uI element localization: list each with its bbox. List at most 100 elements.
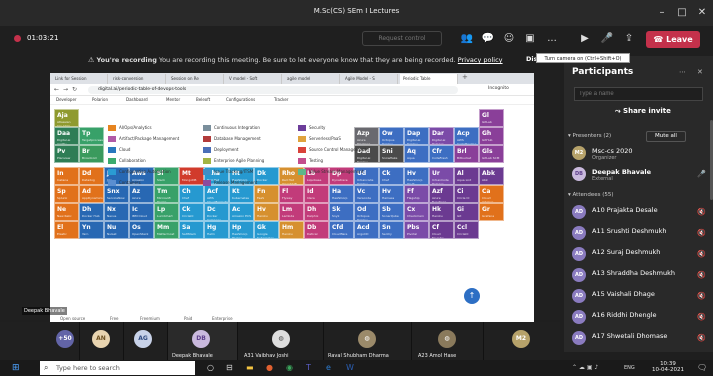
participant-row[interactable]: AD A15 Vaishali Dhage 🔇	[570, 287, 708, 307]
system-tray-icons[interactable]: ⌃ ☁ ▣ ♪	[572, 364, 598, 371]
element-tile[interactable]: Hv Harness	[379, 185, 404, 203]
mute-all-button[interactable]: Mute all	[646, 131, 686, 142]
participant-row[interactable]: AD A13 Shraddha Deshmukh 🔇	[570, 266, 708, 286]
element-tile[interactable]: Gls GitLab SCM	[479, 145, 504, 163]
element-tile[interactable]: Azf Azure Functions	[429, 185, 454, 203]
element-tile[interactable]: Cfr CodeFresh	[429, 145, 454, 163]
element-tile[interactable]: Gr Grafana	[479, 203, 504, 221]
privacy-policy-link[interactable]: Privacy policy	[458, 56, 503, 64]
element-tile[interactable]: Hg Helm	[204, 221, 229, 239]
close-icon[interactable]: ✕	[695, 6, 709, 20]
windows-start-icon[interactable]: ⊞	[12, 363, 20, 373]
file-explorer-icon[interactable]: ▬	[246, 363, 254, 372]
reactions-icon[interactable]: ☺	[502, 32, 516, 46]
element-tile[interactable]: Tp Targetprocess	[79, 127, 104, 145]
maximize-icon[interactable]: □	[675, 6, 689, 20]
element-tile[interactable]: Ic IBM Cloud	[129, 203, 154, 221]
element-tile[interactable]: Pbs Pivotal	[404, 221, 429, 239]
attendees-header[interactable]: ▾ Attendees (55)	[568, 192, 614, 198]
element-tile[interactable]: Dh Delphix	[304, 203, 329, 221]
rooms-icon[interactable]: ▣	[523, 32, 537, 46]
element-tile[interactable]: Nu NuGet	[104, 221, 129, 239]
participant-search-input[interactable]	[574, 87, 703, 101]
element-tile[interactable]: Daa Digital.ai Agility	[54, 127, 79, 145]
participant-row[interactable]: AD A16 Riddhi Dhengle 🔇	[570, 308, 708, 328]
word-icon[interactable]: W	[346, 363, 354, 372]
element-tile[interactable]: Ne New Relic	[54, 203, 79, 221]
request-control-button[interactable]: Request control	[362, 31, 442, 46]
participant-row[interactable]: M2 Msc-cs 2020 Organizer	[570, 144, 708, 164]
element-tile[interactable]: Ha HashiCorp	[329, 185, 354, 203]
element-tile[interactable]: Ca Cloud Advisor	[479, 185, 504, 203]
address-bar[interactable]: digital.ai/periodic-table-of-devops-tool…	[88, 86, 458, 94]
element-tile[interactable]: Sk Snyk	[329, 203, 354, 221]
task-view-icon[interactable]: ○	[207, 363, 214, 372]
browser-tab[interactable]: Session on Re	[168, 74, 224, 84]
more-options-icon[interactable]: ...	[545, 32, 559, 46]
element-tile[interactable]: Cfd Cloudflare	[329, 221, 354, 239]
minimize-icon[interactable]: –	[655, 6, 669, 20]
video-tile[interactable]: DB Deepak Bhavale	[168, 322, 238, 360]
element-tile[interactable]: Acd ArgoCD	[354, 221, 379, 239]
share-invite-button[interactable]: ⤳ Share invite	[615, 107, 671, 116]
nav-arrows-icon[interactable]: ←→↻	[54, 86, 81, 93]
element-tile[interactable]: Yn Yarn	[79, 221, 104, 239]
element-tile[interactable]: Dh Docker Hub	[79, 203, 104, 221]
element-tile[interactable]: Pv Planview	[54, 145, 79, 163]
bookmark-item[interactable]: Developer	[56, 97, 77, 102]
share-screen-icon[interactable]: ⇪	[622, 32, 636, 46]
element-tile[interactable]: Mt MongoDB	[179, 167, 204, 185]
element-tile[interactable]: Sb SonarQube	[379, 203, 404, 221]
element-tile[interactable]: Hm Heroku	[279, 221, 304, 239]
element-tile[interactable]: Tm Microsoft Teams	[154, 185, 179, 203]
element-tile[interactable]: Snx ServiceNow	[104, 185, 129, 203]
participant-row[interactable]: AD A10 Prajakta Desale 🔇	[570, 203, 708, 223]
browser-tab[interactable]: V model - Soft	[226, 74, 282, 84]
element-tile[interactable]: Dap Digital.ai Deploy	[404, 127, 429, 145]
element-tile[interactable]: Fl Flyway	[279, 185, 304, 203]
taskbar-clock[interactable]: 10:39 10-04-2021	[650, 361, 686, 373]
browser-tab[interactable]: Agile Model - S	[342, 74, 398, 84]
video-tile[interactable]: AN	[80, 322, 124, 360]
bookmark-item[interactable]: Beleoft	[196, 97, 210, 102]
participant-row[interactable]: AD A17 Shwetali Dhomase 🔇	[570, 329, 708, 349]
element-tile[interactable]: Azp Azure Pipelines	[354, 127, 379, 145]
language-indicator[interactable]: ENG	[624, 365, 635, 371]
pop-out-icon[interactable]: ⋯	[679, 68, 686, 76]
video-tile[interactable]: ◍ A31 Vaibhav Joshi	[238, 322, 324, 360]
video-tile[interactable]: ◍ A23 Amol Hase	[412, 322, 484, 360]
element-tile[interactable]: El Elastic	[54, 221, 79, 239]
element-tile[interactable]: Ck Chef	[379, 167, 404, 185]
element-tile[interactable]: Dk Docker	[254, 167, 279, 185]
bookmark-item[interactable]: Polarion	[92, 97, 108, 102]
notifications-icon[interactable]: 🗨	[697, 363, 707, 372]
browser-tab[interactable]: Link for Session	[52, 74, 108, 84]
element-tile[interactable]: Dd Datadog	[79, 167, 104, 185]
element-tile[interactable]: Sp Splunk	[54, 185, 79, 203]
element-tile[interactable]: Hp HashiCorp Packer	[229, 221, 254, 239]
element-tile[interactable]: Cx Checkmarx	[404, 203, 429, 221]
element-tile[interactable]: Id Idera	[304, 185, 329, 203]
element-tile[interactable]: Sn Sentry	[379, 221, 404, 239]
element-tile[interactable]: Sa SaltStack	[179, 221, 204, 239]
bookmark-item[interactable]: Tracker	[274, 97, 288, 102]
element-tile[interactable]: Hk Heroku	[429, 203, 454, 221]
scroll-top-icon[interactable]: ↑	[464, 288, 480, 304]
element-tile[interactable]: Kt Kubernetes	[229, 185, 254, 203]
element-tile[interactable]: Az Azure	[129, 185, 154, 203]
participant-row[interactable]: AD A11 Srushti Deshmukh 🔇	[570, 224, 708, 244]
element-tile[interactable]: Sni Snowflake	[379, 145, 404, 163]
bookmark-item[interactable]: Configurations	[226, 97, 255, 102]
element-tile[interactable]: Ch Chef	[179, 185, 204, 203]
browser-tab[interactable]: agile model	[284, 74, 340, 84]
element-tile[interactable]: Abk Abk	[479, 167, 504, 185]
taskbar-search-box[interactable]: ⌕ Type here to search	[40, 361, 195, 375]
element-tile[interactable]: Hv HashiCorp Vault	[404, 167, 429, 185]
element-tile[interactable]: Db Datical	[304, 221, 329, 239]
element-tile[interactable]: Fn FaaS	[254, 185, 279, 203]
element-tile[interactable]: Gi Git	[454, 203, 479, 221]
participants-icon[interactable]: 👥	[460, 32, 474, 46]
browser-tab[interactable]: risk-conversion	[110, 74, 166, 84]
element-tile[interactable]: Aq Aqua	[404, 145, 429, 163]
element-tile[interactable]: Vc Veracode	[354, 185, 379, 203]
